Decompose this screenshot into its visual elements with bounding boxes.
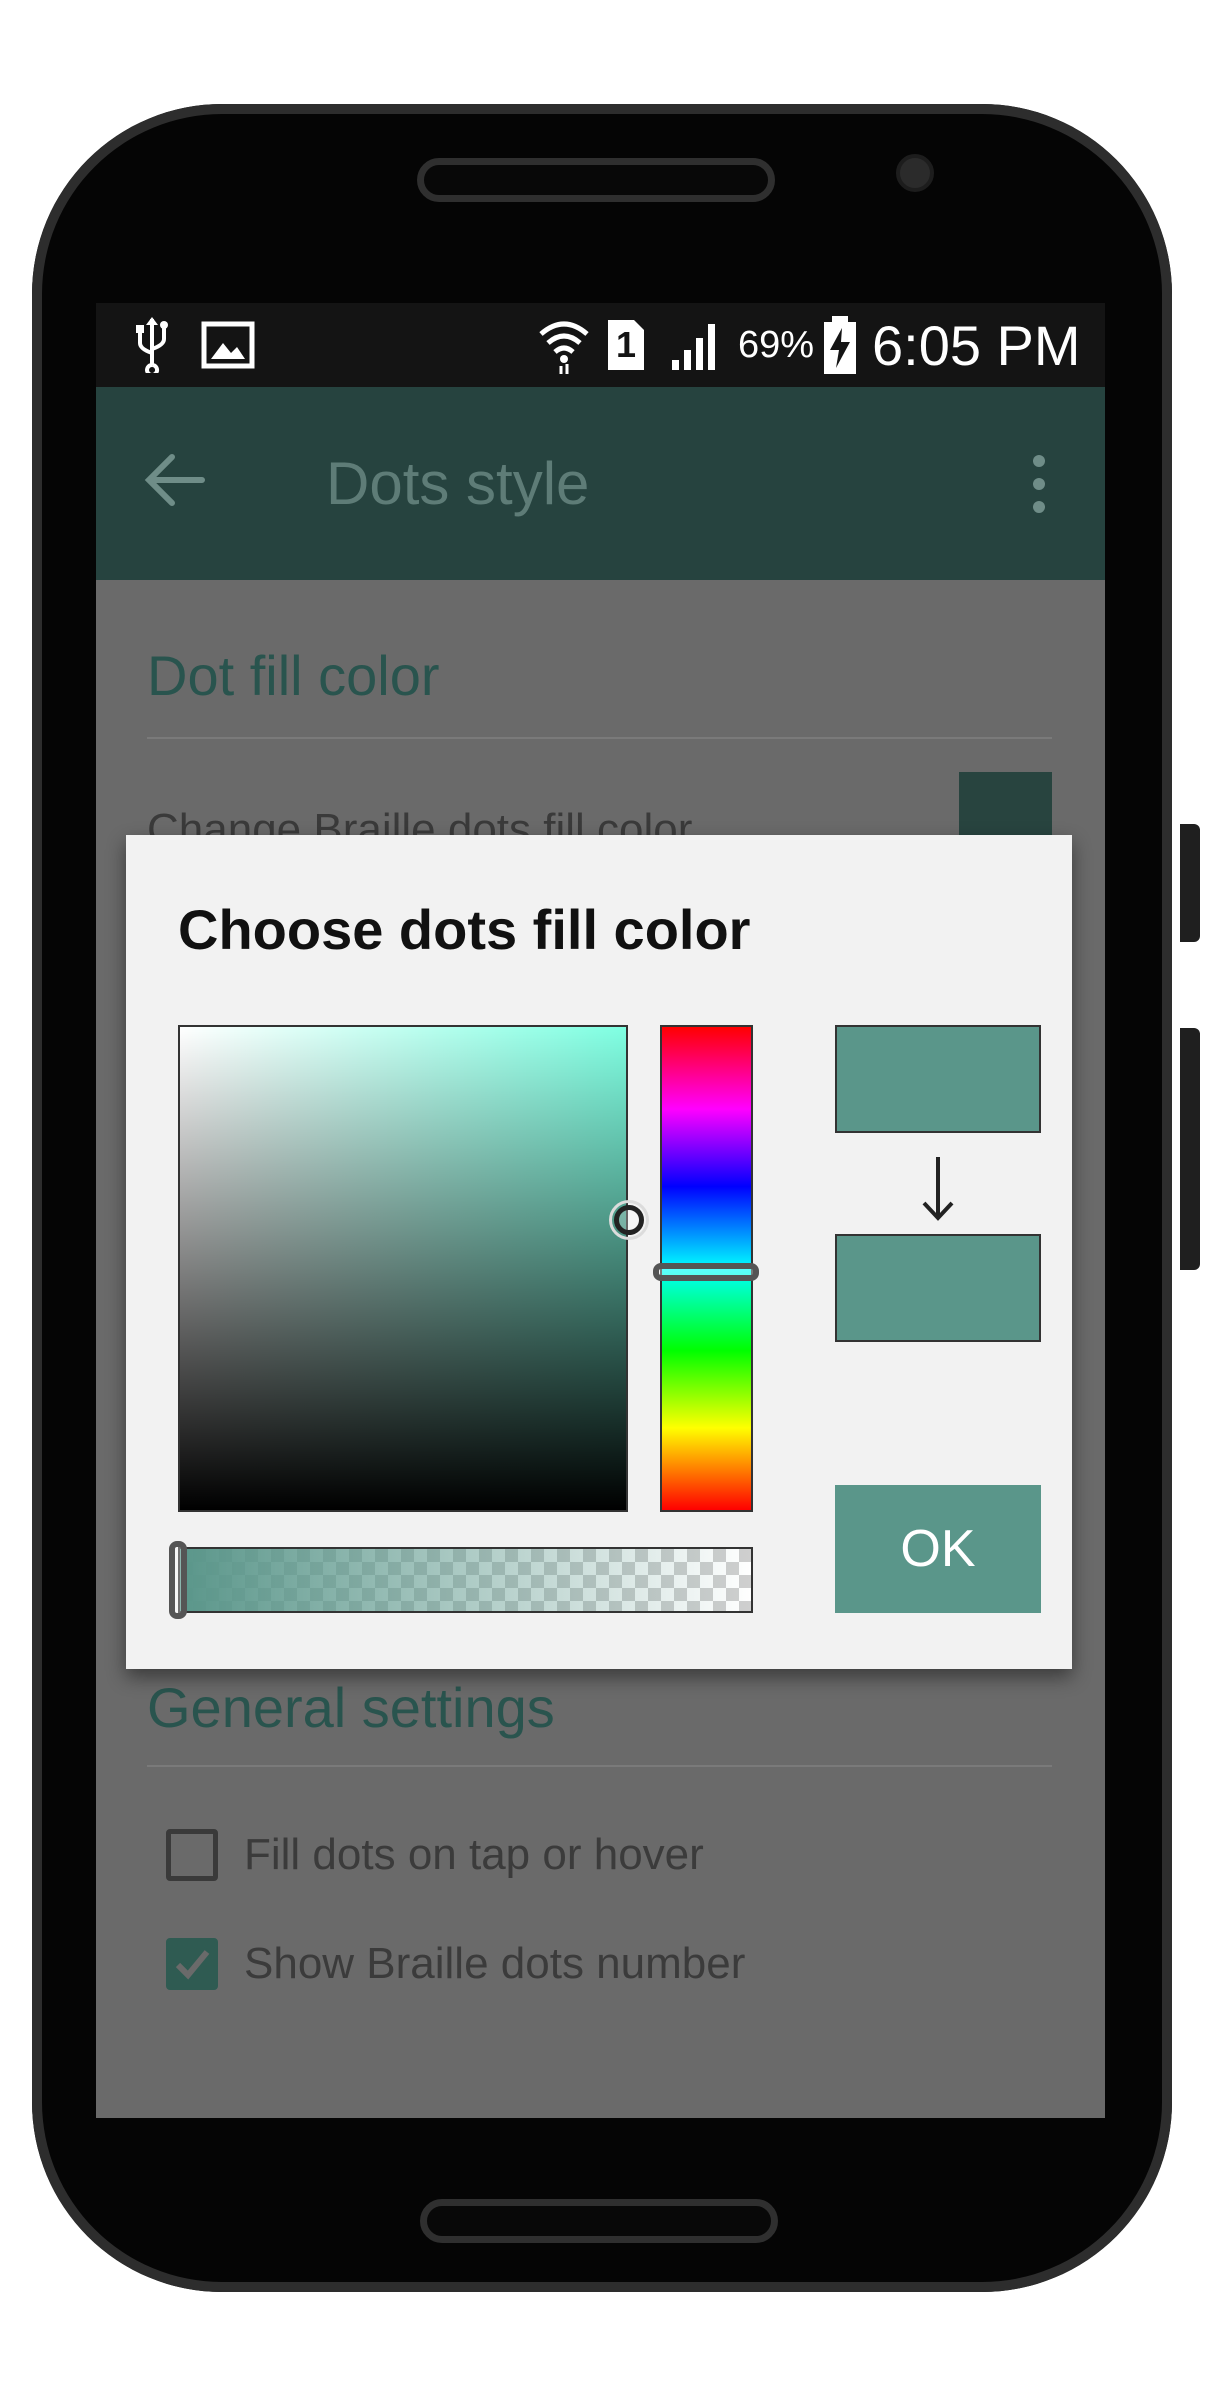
check-icon bbox=[175, 1950, 210, 1980]
new-color-preview bbox=[835, 1234, 1041, 1342]
more-vert-icon[interactable] bbox=[1024, 449, 1054, 519]
show-dots-number-row[interactable]: Show Braille dots number bbox=[166, 1938, 745, 1990]
dialog-title: Choose dots fill color bbox=[178, 898, 751, 961]
section-divider bbox=[147, 737, 1052, 739]
battery-percent: 69% bbox=[737, 323, 815, 366]
alpha-slider-handle[interactable] bbox=[169, 1541, 187, 1619]
status-bar: 1 69% 6:05 PM bbox=[96, 303, 1105, 387]
usb-icon bbox=[132, 303, 172, 387]
alpha-slider[interactable] bbox=[178, 1547, 753, 1613]
saturation-value-panel[interactable] bbox=[178, 1025, 628, 1512]
sim-icon: 1 bbox=[604, 303, 648, 387]
hue-slider-handle[interactable] bbox=[653, 1263, 759, 1281]
fill-on-tap-checkbox[interactable] bbox=[166, 1829, 218, 1881]
fill-on-tap-row[interactable]: Fill dots on tap or hover bbox=[166, 1829, 704, 1881]
fill-on-tap-label: Fill dots on tap or hover bbox=[244, 1830, 704, 1879]
app-bar: Dots style bbox=[96, 387, 1105, 580]
show-dots-number-label: Show Braille dots number bbox=[244, 1939, 746, 1988]
bottom-speaker bbox=[420, 2199, 778, 2243]
dot-fill-section-title: Dot fill color bbox=[147, 644, 440, 707]
front-camera bbox=[896, 154, 934, 192]
image-icon bbox=[198, 303, 258, 387]
section-divider bbox=[147, 1765, 1052, 1767]
arrow-down-icon bbox=[914, 1153, 962, 1223]
fill-color-swatch[interactable] bbox=[959, 772, 1052, 842]
battery-charging-icon bbox=[820, 303, 860, 387]
status-time: 6:05 PM bbox=[872, 313, 1081, 377]
volume-button bbox=[1180, 1028, 1200, 1270]
power-button bbox=[1180, 824, 1200, 942]
page-title: Dots style bbox=[326, 450, 590, 517]
show-dots-number-checkbox[interactable] bbox=[166, 1938, 218, 1990]
arrow-left-icon[interactable] bbox=[140, 445, 210, 515]
sim-slot-label: 1 bbox=[615, 324, 637, 365]
ok-button[interactable]: OK bbox=[835, 1485, 1041, 1613]
color-picker-dialog: Choose dots fill color OK bbox=[126, 835, 1072, 1669]
sv-cursor-handle[interactable] bbox=[614, 1205, 644, 1235]
earpiece-speaker bbox=[417, 158, 775, 202]
wifi-icon bbox=[534, 303, 594, 387]
general-section-title: General settings bbox=[147, 1676, 555, 1739]
old-color-preview bbox=[835, 1025, 1041, 1133]
signal-icon bbox=[668, 303, 724, 387]
